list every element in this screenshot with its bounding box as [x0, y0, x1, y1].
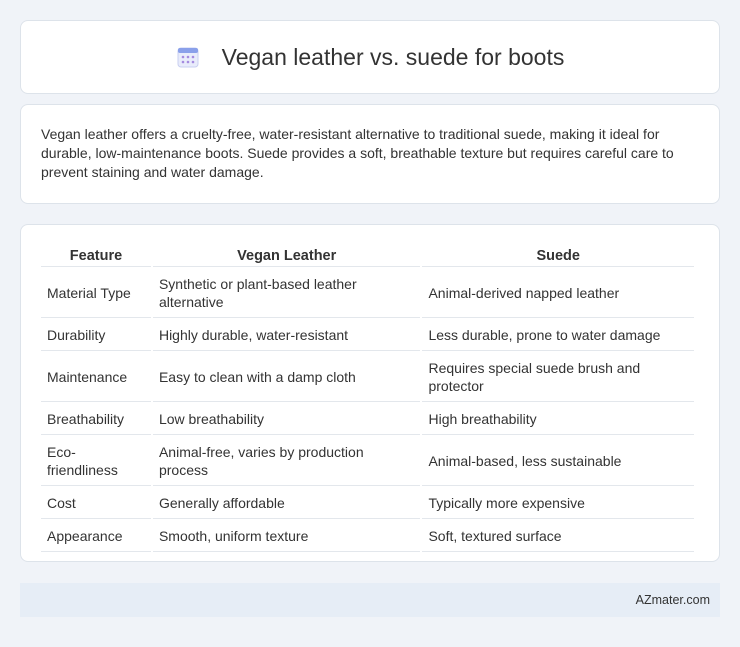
row-suede: Animal-based, less sustainable [422, 437, 694, 486]
table-row: Breathability Low breathability High bre… [41, 404, 694, 435]
row-suede: Typically more expensive [422, 488, 694, 519]
row-feature: Cost [41, 488, 151, 519]
calendar-icon [176, 45, 200, 69]
comparison-table: Feature Vegan Leather Suede Material Typ… [39, 241, 696, 554]
row-feature: Maintenance [41, 353, 151, 402]
row-feature: Durability [41, 320, 151, 351]
table-header-row: Feature Vegan Leather Suede [41, 243, 694, 267]
title-wrap: Vegan leather vs. suede for boots [176, 43, 565, 71]
header-suede: Suede [422, 243, 694, 267]
summary-card: Vegan leather offers a cruelty-free, wat… [20, 104, 720, 204]
table-row: Appearance Smooth, uniform texture Soft,… [41, 521, 694, 552]
table-row: Cost Generally affordable Typically more… [41, 488, 694, 519]
row-vegan-leather: Low breathability [152, 404, 421, 435]
summary-text: Vegan leather offers a cruelty-free, wat… [41, 126, 674, 180]
row-feature: Breathability [41, 404, 151, 435]
header-feature: Feature [41, 243, 151, 267]
row-feature: Appearance [41, 521, 151, 552]
row-vegan-leather: Highly durable, water-resistant [152, 320, 421, 351]
footer-site-name: AZmater.com [635, 593, 710, 607]
row-feature: Material Type [41, 269, 151, 318]
row-vegan-leather: Generally affordable [152, 488, 421, 519]
row-feature: Eco-friendliness [41, 437, 151, 486]
page-title: Vegan leather vs. suede for boots [221, 43, 565, 70]
table-row: Material Type Synthetic or plant-based l… [41, 269, 694, 318]
row-vegan-leather: Smooth, uniform texture [152, 521, 421, 552]
row-suede: High breathability [422, 404, 694, 435]
title-card: Vegan leather vs. suede for boots [20, 20, 720, 94]
table-row: Maintenance Easy to clean with a damp cl… [41, 353, 694, 402]
row-suede: Requires special suede brush and protect… [422, 353, 694, 402]
footer: AZmater.com [20, 583, 720, 617]
row-vegan-leather: Animal-free, varies by production proces… [152, 437, 421, 486]
table-row: Eco-friendliness Animal-free, varies by … [41, 437, 694, 486]
row-vegan-leather: Synthetic or plant-based leather alterna… [152, 269, 421, 318]
table-row: Durability Highly durable, water-resista… [41, 320, 694, 351]
comparison-table-card: Feature Vegan Leather Suede Material Typ… [20, 224, 720, 562]
row-suede: Less durable, prone to water damage [422, 320, 694, 351]
row-vegan-leather: Easy to clean with a damp cloth [152, 353, 421, 402]
row-suede: Animal-derived napped leather [422, 269, 694, 318]
header-vegan-leather: Vegan Leather [152, 243, 421, 267]
row-suede: Soft, textured surface [422, 521, 694, 552]
